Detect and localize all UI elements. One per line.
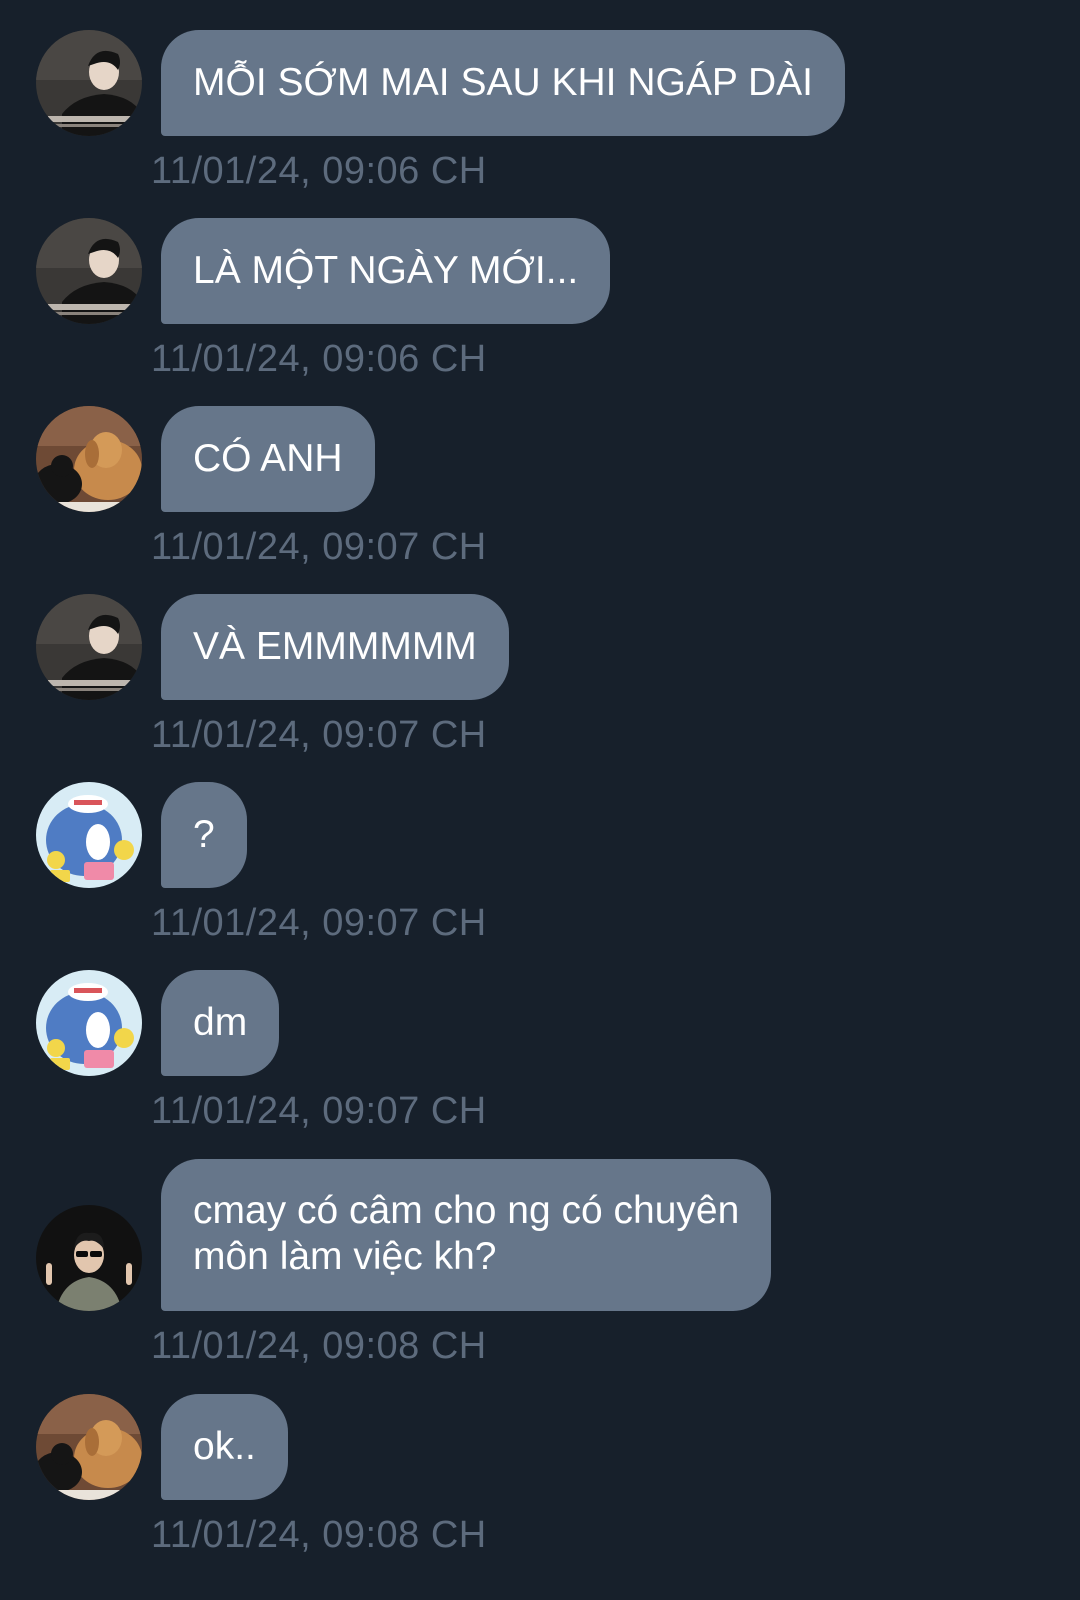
- avatar-cartoon-penguin[interactable]: [36, 970, 142, 1076]
- message-text: LÀ MỘT NGÀY MỚI...: [193, 249, 579, 292]
- avatar-cartoon-penguin[interactable]: [36, 782, 142, 888]
- message-bubble[interactable]: CÓ ANH: [161, 406, 375, 512]
- message-text-line: môn làm việc kh?: [193, 1235, 497, 1278]
- avatar-dog-cat[interactable]: [36, 1394, 142, 1500]
- message-text: CÓ ANH: [193, 437, 343, 480]
- message-bubble[interactable]: ?: [161, 782, 247, 888]
- message-text: MỖI SỚM MAI SAU KHI NGÁP DÀI: [193, 61, 813, 104]
- message-timestamp: 11/01/24, 09:07 CH: [151, 1090, 487, 1132]
- avatar-man-sunglasses[interactable]: [36, 1205, 142, 1311]
- avatar-dog-cat[interactable]: [36, 406, 142, 512]
- message-bubble[interactable]: LÀ MỘT NGÀY MỚI...: [161, 218, 611, 324]
- avatar-man-desk[interactable]: [36, 594, 142, 700]
- message-timestamp: 11/01/24, 09:07 CH: [151, 526, 487, 568]
- message-bubble[interactable]: ok..: [161, 1394, 288, 1500]
- message-timestamp: 11/01/24, 09:07 CH: [151, 902, 487, 944]
- message-text: dm: [193, 1001, 248, 1044]
- message-text: ok..: [193, 1425, 256, 1468]
- message-bubble[interactable]: dm: [161, 970, 280, 1076]
- message-bubble[interactable]: cmay có câm cho ng có chuyên môn làm việ…: [161, 1159, 772, 1311]
- avatar-man-desk[interactable]: [36, 218, 142, 324]
- avatar-man-desk[interactable]: [36, 30, 142, 136]
- message-bubble[interactable]: VÀ EMMMMMM: [161, 594, 509, 700]
- message-text: ?: [193, 813, 215, 856]
- message-timestamp: 11/01/24, 09:08 CH: [151, 1514, 487, 1556]
- message-text: VÀ EMMMMMM: [193, 625, 477, 668]
- message-timestamp: 11/01/24, 09:08 CH: [151, 1325, 487, 1367]
- message-text-line: cmay có câm cho ng có chuyên: [193, 1189, 740, 1232]
- message-timestamp: 11/01/24, 09:06 CH: [151, 338, 487, 380]
- chat-thread: MỖI SỚM MAI SAU KHI NGÁP DÀI 11/01/24, 0…: [0, 0, 1080, 1600]
- message-bubble[interactable]: MỖI SỚM MAI SAU KHI NGÁP DÀI: [161, 30, 845, 136]
- message-timestamp: 11/01/24, 09:06 CH: [151, 150, 487, 192]
- message-timestamp: 11/01/24, 09:07 CH: [151, 714, 487, 756]
